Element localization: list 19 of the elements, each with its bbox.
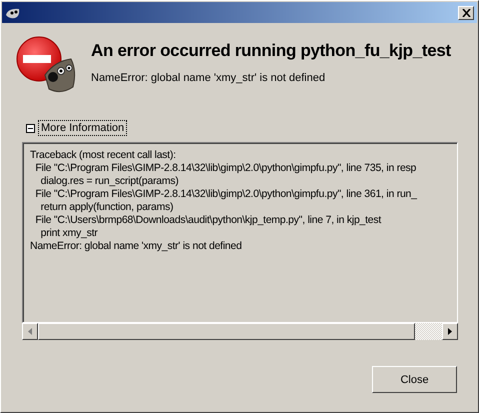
traceback-line: File "C:\Program Files\GIMP-2.8.14\32\lib\gimp\2.0\python\gimpfu.py", line 735, in resp: [34, 162, 418, 175]
traceback-line: NameError: global name 'xmy_str' is not defined: [30, 240, 243, 253]
left-arrow-icon[interactable]: [28, 328, 32, 335]
expander-label[interactable]: More Information: [38, 120, 128, 136]
app-icon: [5, 6, 21, 18]
traceback-line: print xmy_str: [40, 227, 99, 240]
close-icon: [462, 8, 470, 16]
collapse-icon[interactable]: [26, 124, 35, 132]
error-heading: An error occurred running python_fu_kjp_test: [91, 41, 451, 61]
traceback-line: File "C:\Users\brmp68\Downloads\audit\python\kjp_temp.py", line 7, in kjp_test: [34, 214, 382, 227]
traceback-line: Traceback (most recent call last):: [30, 149, 177, 162]
traceback-line: dialog.res = run_script(params): [40, 175, 180, 188]
error-message: NameError: global name 'xmy_str' is not defined: [91, 72, 326, 84]
close-button[interactable]: [458, 6, 474, 20]
right-arrow-icon[interactable]: [448, 328, 452, 335]
horizontal-scrollbar[interactable]: [22, 323, 458, 340]
traceback-line: return apply(function, params): [40, 201, 174, 214]
close-dialog-button[interactable]: Close: [372, 366, 457, 393]
traceback-line: File "C:\Program Files\GIMP-2.8.14\32\lib\gimp\2.0\python\gimpfu.py", line 361, in run_: [34, 188, 418, 201]
